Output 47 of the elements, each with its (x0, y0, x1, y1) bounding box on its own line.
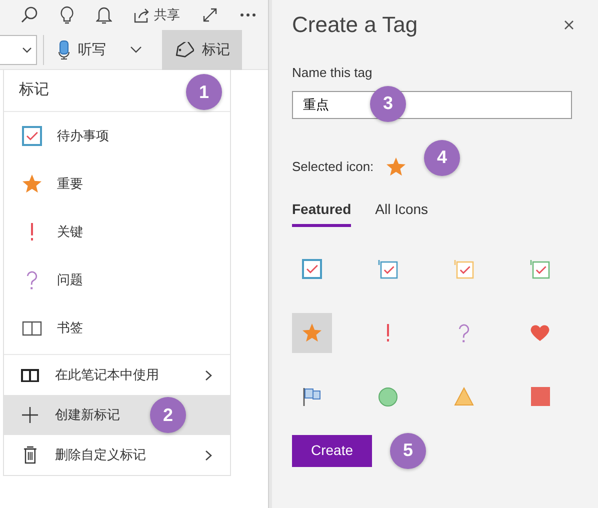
chevron-right-icon (205, 450, 212, 460)
share-icon (134, 7, 150, 23)
microphone-icon (58, 40, 70, 60)
more-icon[interactable] (240, 13, 256, 17)
dialog-title: Create a Tag (292, 11, 418, 39)
expand-icon[interactable] (202, 7, 218, 23)
dropdown-field[interactable] (0, 34, 37, 64)
step-number-badge: 2 (150, 397, 186, 433)
tab[interactable]: Featured (292, 198, 352, 226)
icon-option[interactable] (292, 312, 332, 352)
dictate-button[interactable]: 听写 (58, 39, 106, 60)
menu-item[interactable]: 书签 (4, 304, 230, 352)
menu-item[interactable]: 问题 (4, 256, 230, 304)
menu-title: 标记 (19, 80, 49, 100)
tag-icon (174, 42, 194, 58)
step-number-badge: 4 (424, 140, 460, 176)
menu-item[interactable]: 重要 (4, 160, 230, 208)
question-mark-icon (26, 270, 38, 290)
create-button[interactable]: Create (292, 434, 372, 466)
trash-icon (22, 446, 38, 464)
menu-item[interactable]: 创建新标记 2 (4, 395, 230, 435)
field-label: Name this tag (292, 64, 374, 82)
menu-item[interactable]: 待办事项 (4, 112, 230, 160)
tab[interactable]: All Icons (375, 198, 428, 226)
lightbulb-icon[interactable] (60, 6, 74, 24)
book-icon (22, 320, 42, 336)
chevron-right-icon (205, 370, 212, 380)
step-number-badge: 5 (390, 432, 426, 468)
chevron-down-icon (22, 46, 32, 52)
exclamation-icon (28, 222, 36, 242)
step-number-badge: 1 (186, 74, 222, 110)
step-number-badge: 3 (370, 86, 406, 122)
plus-icon (21, 406, 39, 424)
star-icon (22, 174, 42, 194)
bell-icon[interactable] (96, 6, 112, 24)
selected-icon-label: Selected icon: (292, 158, 374, 176)
share-button[interactable]: 共享 (134, 5, 180, 25)
menu-item[interactable]: 在此笔记本中使用 (4, 355, 230, 395)
star-icon (386, 156, 406, 176)
chevron-down-icon[interactable] (130, 46, 142, 54)
book-icon (21, 368, 39, 382)
checkbox-icon (22, 126, 42, 146)
close-icon (564, 20, 574, 30)
menu-item[interactable]: 删除自定义标记 (4, 435, 230, 475)
tag-button[interactable]: 标记 (162, 30, 242, 70)
menu-item[interactable]: 关键 (4, 208, 230, 256)
search-icon[interactable] (20, 6, 38, 24)
